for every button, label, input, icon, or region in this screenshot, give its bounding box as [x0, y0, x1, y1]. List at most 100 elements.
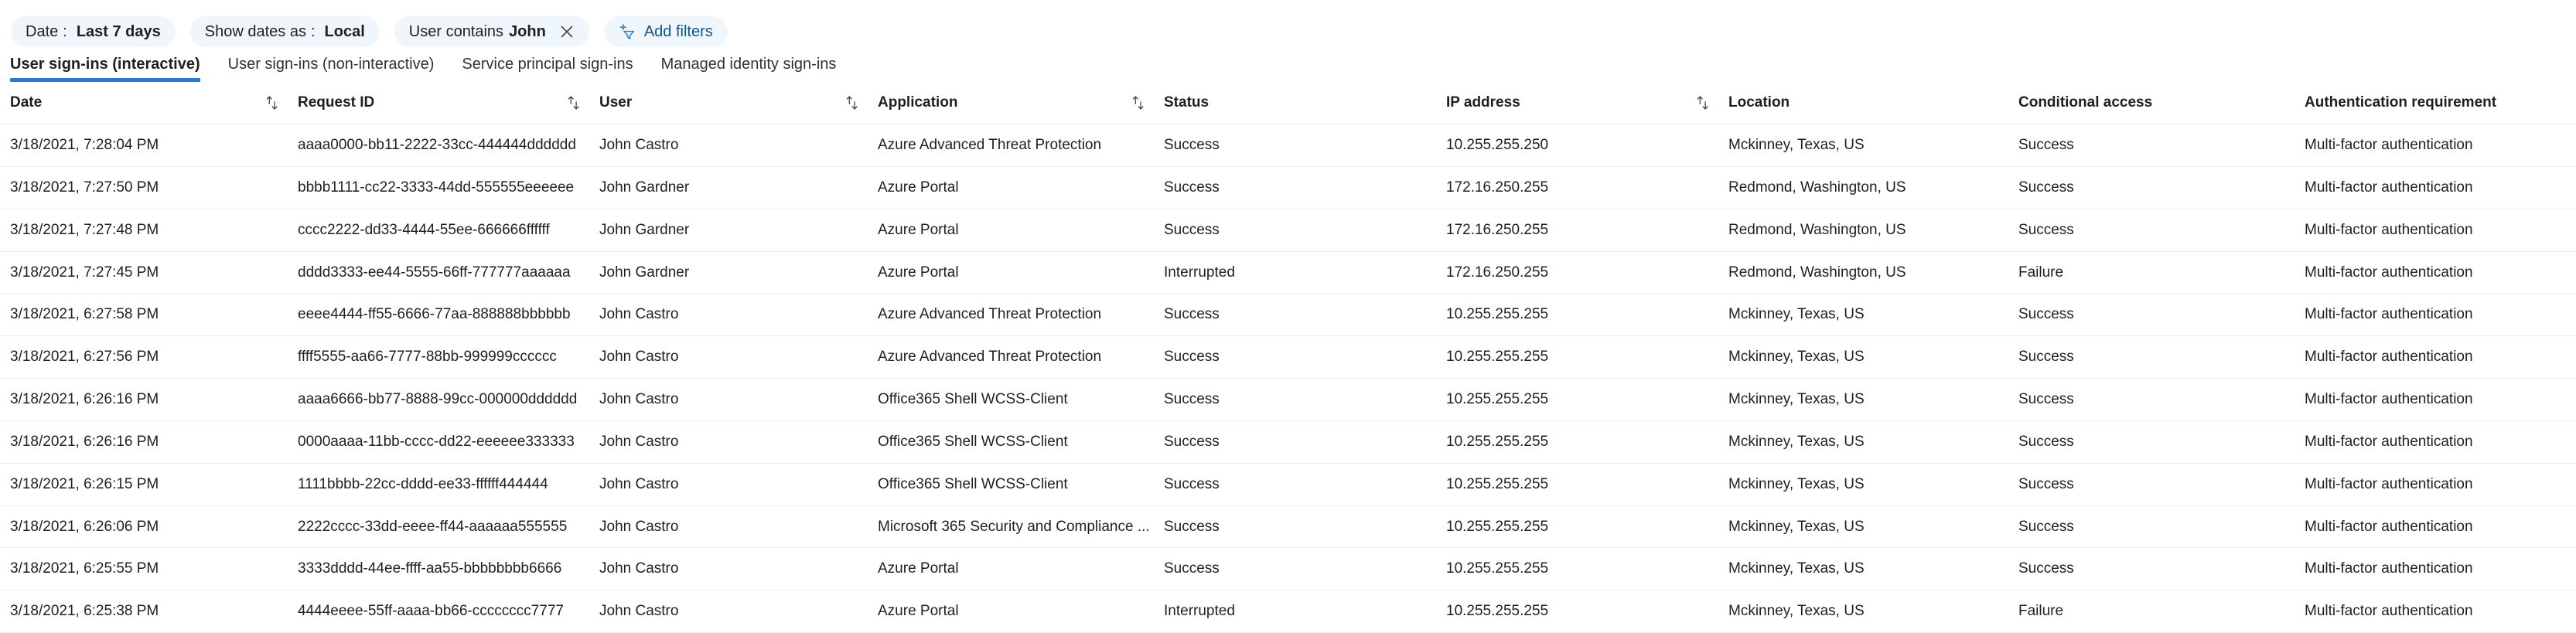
- table-row[interactable]: 3/18/2021, 6:27:58 PMeeee4444-ff55-6666-…: [0, 294, 2576, 336]
- table-row[interactable]: 3/18/2021, 6:26:16 PMaaaa6666-bb77-8888-…: [0, 379, 2576, 421]
- chip-label: User contains: [409, 24, 503, 39]
- tab-user-signins-non-interactive[interactable]: User sign-ins (non-interactive): [228, 56, 452, 82]
- table-row[interactable]: 3/18/2021, 6:25:55 PM3333dddd-44ee-ffff-…: [0, 548, 2576, 590]
- table-row[interactable]: 3/18/2021, 6:25:38 PM4444eeee-55ff-aaaa-…: [0, 590, 2576, 633]
- chip-value: John: [509, 24, 546, 39]
- cell-auth_req: Multi-factor authentication: [2305, 251, 2576, 294]
- sort-updown-icon[interactable]: [1130, 94, 1147, 111]
- cell-ip_address: 10.255.255.255: [1446, 590, 1728, 633]
- signin-type-tabs: User sign-ins (interactive) User sign-ins…: [0, 49, 2576, 82]
- tab-label: User sign-ins (interactive): [10, 56, 200, 73]
- column-header-location[interactable]: Location: [1728, 82, 2018, 124]
- cell-request_id: eeee4444-ff55-6666-77aa-888888bbbbbb: [298, 294, 599, 336]
- column-header-label: Date: [10, 94, 42, 111]
- date-filter[interactable]: Date:Last 7 days: [11, 16, 176, 47]
- cell-request_id: 2222cccc-33dd-eeee-ff44-aaaaaa555555: [298, 505, 599, 548]
- cell-date: 3/18/2021, 6:26:16 PM: [0, 420, 298, 463]
- column-header-content: Date: [0, 94, 298, 111]
- cell-date: 3/18/2021, 7:27:48 PM: [0, 209, 298, 251]
- sort-updown-icon[interactable]: [565, 94, 582, 111]
- cell-status: Success: [1164, 336, 1446, 379]
- cell-auth_req: Multi-factor authentication: [2305, 420, 2576, 463]
- table-row[interactable]: 3/18/2021, 7:28:04 PMaaaa0000-bb11-2222-…: [0, 124, 2576, 167]
- column-header-label: Location: [1728, 94, 1790, 111]
- cell-request_id: 3333dddd-44ee-ffff-aa55-bbbbbbbb6666: [298, 548, 599, 590]
- column-header-label: Request ID: [298, 94, 374, 111]
- cell-location: Redmond, Washington, US: [1728, 166, 2018, 209]
- show-dates-filter[interactable]: Show dates as:Local: [190, 16, 380, 47]
- column-header-label: Conditional access: [2018, 94, 2152, 111]
- cell-ip_address: 172.16.250.255: [1446, 251, 1728, 294]
- column-header-content: IP address: [1446, 94, 1728, 111]
- column-header-request_id[interactable]: Request ID: [298, 82, 599, 124]
- cell-ip_address: 10.255.255.255: [1446, 336, 1728, 379]
- chip-value: Last 7 days: [77, 24, 161, 39]
- column-header-label: Status: [1164, 94, 1209, 111]
- cell-user: John Gardner: [599, 166, 878, 209]
- table-row[interactable]: 3/18/2021, 6:27:56 PMffff5555-aa66-7777-…: [0, 336, 2576, 379]
- cell-ip_address: 10.255.255.250: [1446, 124, 1728, 167]
- cell-date: 3/18/2021, 6:27:58 PM: [0, 294, 298, 336]
- tab-service-principal-signins[interactable]: Service principal sign-ins: [462, 56, 650, 82]
- cell-user: John Castro: [599, 336, 878, 379]
- sort-updown-icon[interactable]: [844, 94, 861, 111]
- cell-user: John Gardner: [599, 209, 878, 251]
- table-row[interactable]: 3/18/2021, 6:26:06 PM2222cccc-33dd-eeee-…: [0, 505, 2576, 548]
- cell-date: 3/18/2021, 6:26:06 PM: [0, 505, 298, 548]
- sort-updown-icon[interactable]: [1694, 94, 1711, 111]
- cell-cond_access: Failure: [2018, 251, 2305, 294]
- cell-user: John Castro: [599, 379, 878, 421]
- cell-user: John Gardner: [599, 251, 878, 294]
- table-row[interactable]: 3/18/2021, 7:27:45 PMdddd3333-ee44-5555-…: [0, 251, 2576, 294]
- cell-application: Office365 Shell WCSS-Client: [878, 379, 1164, 421]
- cell-auth_req: Multi-factor authentication: [2305, 505, 2576, 548]
- close-icon[interactable]: [556, 21, 578, 43]
- cell-cond_access: Success: [2018, 336, 2305, 379]
- cell-location: Mckinney, Texas, US: [1728, 420, 2018, 463]
- cell-cond_access: Failure: [2018, 590, 2305, 633]
- cell-cond_access: Success: [2018, 379, 2305, 421]
- cell-request_id: dddd3333-ee44-5555-66ff-777777aaaaaa: [298, 251, 599, 294]
- column-header-date[interactable]: Date: [0, 82, 298, 124]
- table-body: 3/18/2021, 7:28:04 PMaaaa0000-bb11-2222-…: [0, 124, 2576, 633]
- column-header-content: Authentication requirement: [2305, 94, 2576, 111]
- tab-user-signins-interactive[interactable]: User sign-ins (interactive): [10, 56, 217, 82]
- cell-status: Interrupted: [1164, 251, 1446, 294]
- filter-bar: Date:Last 7 days Show dates as:Local User …: [0, 0, 2576, 49]
- cell-location: Mckinney, Texas, US: [1728, 505, 2018, 548]
- cell-status: Success: [1164, 166, 1446, 209]
- table-row[interactable]: 3/18/2021, 7:27:48 PMcccc2222-dd33-4444-…: [0, 209, 2576, 251]
- cell-status: Success: [1164, 463, 1446, 505]
- cell-ip_address: 10.255.255.255: [1446, 505, 1728, 548]
- sort-updown-icon[interactable]: [264, 94, 281, 111]
- cell-application: Azure Advanced Threat Protection: [878, 124, 1164, 167]
- cell-ip_address: 10.255.255.255: [1446, 548, 1728, 590]
- column-header-application[interactable]: Application: [878, 82, 1164, 124]
- tab-label: Service principal sign-ins: [462, 56, 633, 73]
- column-header-label: IP address: [1446, 94, 1520, 111]
- cell-cond_access: Success: [2018, 166, 2305, 209]
- cell-user: John Castro: [599, 463, 878, 505]
- cell-application: Office365 Shell WCSS-Client: [878, 420, 1164, 463]
- column-header-ip_address[interactable]: IP address: [1446, 82, 1728, 124]
- cell-location: Mckinney, Texas, US: [1728, 463, 2018, 505]
- table-row[interactable]: 3/18/2021, 6:26:15 PM1111bbbb-22cc-dddd-…: [0, 463, 2576, 505]
- user-filter[interactable]: User contains John: [394, 16, 589, 47]
- column-header-cond_access[interactable]: Conditional access: [2018, 82, 2305, 124]
- add-filters-chip[interactable]: Add filters: [604, 16, 728, 47]
- cell-location: Mckinney, Texas, US: [1728, 590, 2018, 633]
- cell-request_id: 0000aaaa-11bb-cccc-dd22-eeeeee333333: [298, 420, 599, 463]
- signin-logs-table: Date Request ID UserApplicationStatus IP ad…: [0, 82, 2576, 633]
- column-header-status[interactable]: Status: [1164, 82, 1446, 124]
- table-row[interactable]: 3/18/2021, 6:26:16 PM0000aaaa-11bb-cccc-…: [0, 420, 2576, 463]
- column-header-content: Status: [1164, 94, 1446, 111]
- table-row[interactable]: 3/18/2021, 7:27:50 PMbbbb1111-cc22-3333-…: [0, 166, 2576, 209]
- cell-status: Success: [1164, 505, 1446, 548]
- chip-separator: :: [311, 24, 316, 39]
- column-header-auth_req[interactable]: Authentication requirement: [2305, 82, 2576, 124]
- add-filters-label: Add filters: [644, 24, 713, 39]
- tab-managed-identity-signins[interactable]: Managed identity sign-ins: [661, 56, 854, 82]
- cell-application: Azure Portal: [878, 548, 1164, 590]
- column-header-user[interactable]: User: [599, 82, 878, 124]
- cell-user: John Castro: [599, 590, 878, 633]
